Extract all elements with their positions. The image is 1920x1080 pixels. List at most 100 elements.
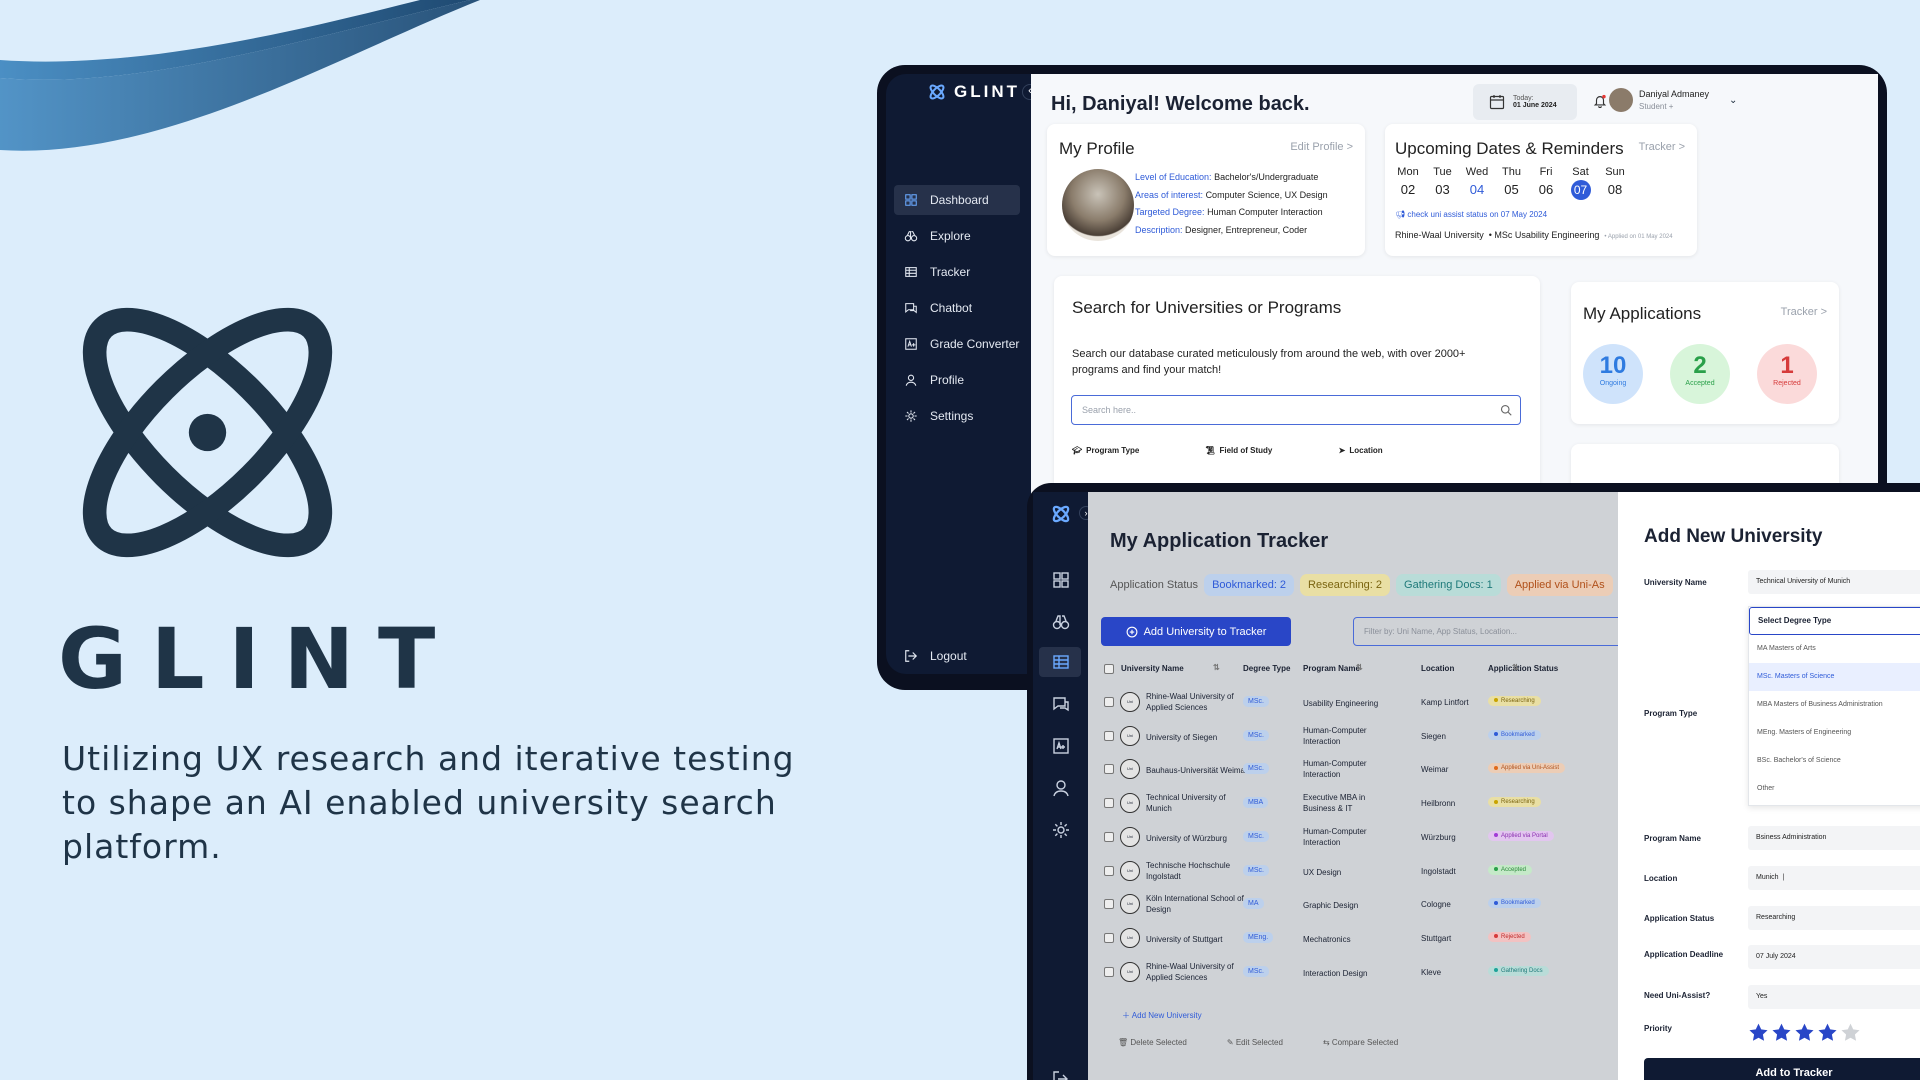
action-delete-selected[interactable]: 🗑︎ Delete Selected xyxy=(1118,1038,1187,1047)
calendar-day[interactable]: Sun 08 xyxy=(1600,166,1630,197)
table-row[interactable]: Uni Technische Hochschule Ingolstadt MSc. UX… xyxy=(1103,855,1618,888)
degree-option[interactable]: MEng. Masters of Engineering xyxy=(1749,719,1920,747)
gear-icon[interactable] xyxy=(1051,820,1071,840)
add-new-university-link[interactable]: ＋ Add New University xyxy=(1122,1010,1202,1021)
binoculars-icon[interactable] xyxy=(1051,612,1071,632)
stat-rejected[interactable]: 1 Rejected xyxy=(1757,344,1817,404)
row-checkbox[interactable] xyxy=(1104,697,1114,707)
priority-rating[interactable] xyxy=(1748,1022,1861,1048)
row-checkbox[interactable] xyxy=(1104,730,1114,741)
row-checkbox[interactable] xyxy=(1104,899,1114,910)
row-checkbox[interactable] xyxy=(1104,966,1114,977)
sidebar-item-tracker[interactable]: Tracker xyxy=(894,257,1020,287)
degree-type-dropdown[interactable]: Select Degree Type MA Masters of Arts MSc… xyxy=(1748,606,1920,806)
row-checkbox[interactable] xyxy=(1104,932,1114,943)
row-checkbox[interactable] xyxy=(1104,764,1114,775)
chat-icon[interactable] xyxy=(1051,694,1071,714)
action-compare-selected[interactable]: ⇆ Compare Selected xyxy=(1323,1038,1398,1047)
uni-name-input[interactable]: Technical University of Munich xyxy=(1748,570,1920,594)
table-row[interactable]: Uni University of Stuttgart MEng. Mechatron… xyxy=(1103,922,1618,955)
logout-icon[interactable] xyxy=(1051,1069,1071,1080)
sidebar-item-explore[interactable]: Explore xyxy=(894,221,1020,251)
table-row[interactable]: Uni Rhine-Waal University of Applied Scien… xyxy=(1103,956,1618,989)
star-icon[interactable] xyxy=(1771,1022,1792,1048)
logout-button[interactable]: Logout xyxy=(894,641,1020,671)
filter-field-of-study[interactable]: 📜︎ Field of Study xyxy=(1205,446,1338,455)
calendar-day[interactable]: Fri 06 xyxy=(1531,166,1561,197)
sidebar-logo[interactable]: GLINT xyxy=(928,82,1020,102)
grid-icon xyxy=(905,194,917,206)
calendar-day[interactable]: Thu 05 xyxy=(1497,166,1527,197)
filter-input[interactable]: Filter by: Uni Name, App Status, Locatio… xyxy=(1353,617,1618,646)
stat-ongoing[interactable]: 10 Ongoing xyxy=(1583,344,1643,404)
status-input[interactable]: Researching xyxy=(1748,906,1920,930)
edit-profile-link[interactable]: Edit Profile > xyxy=(1290,141,1353,153)
glint-logo-icon[interactable] xyxy=(1051,504,1071,524)
deadline-input[interactable]: 07 July 2024 xyxy=(1748,945,1920,969)
status-pill[interactable]: Gathering Docs: 1 xyxy=(1396,574,1501,596)
grid-icon[interactable] xyxy=(1051,570,1071,590)
row-checkbox[interactable] xyxy=(1104,831,1114,842)
sidebar-item-grade-converter[interactable]: Grade Converter xyxy=(894,329,1020,359)
sidebar-item-chatbot[interactable]: Chatbot xyxy=(894,293,1020,323)
user-icon[interactable] xyxy=(1051,778,1071,798)
table-row[interactable]: Uni Technical University of Munich MBA Execu… xyxy=(1103,787,1618,820)
calendar-day[interactable]: Wed 04 xyxy=(1462,166,1492,197)
user-menu[interactable]: Daniyal Admaney Student + ⌄ xyxy=(1609,88,1737,112)
reminder-text[interactable]: 📢︎ check uni assist status on 07 May 202… xyxy=(1395,210,1547,219)
search-input[interactable]: Search here.. xyxy=(1071,395,1521,425)
calendar-day[interactable]: Mon 02 xyxy=(1393,166,1423,197)
action-edit-selected[interactable]: ✎ Edit Selected xyxy=(1227,1038,1283,1047)
column-header[interactable]: Program Name xyxy=(1303,664,1360,673)
uni-assist-input[interactable]: Yes xyxy=(1748,985,1920,1009)
star-icon[interactable] xyxy=(1748,1022,1769,1048)
status-pill[interactable]: Applied via Uni-As xyxy=(1506,574,1613,596)
row-checkbox[interactable] xyxy=(1104,798,1114,809)
filter-program-type[interactable]: 🎓︎ Program Type xyxy=(1072,446,1205,455)
table-row[interactable]: Uni Köln International School of Design MA G… xyxy=(1103,888,1618,921)
sort-icon[interactable]: ⇅ xyxy=(1356,663,1363,672)
location: Stuttgart xyxy=(1421,933,1452,943)
stat-accepted[interactable]: 2 Accepted xyxy=(1670,344,1730,404)
program-name-input[interactable]: Bsiness Administration xyxy=(1748,826,1920,850)
location-input[interactable]: Munich | xyxy=(1748,866,1920,890)
table-row[interactable]: Uni Rhine-Waal University of Applied Scien… xyxy=(1103,686,1618,719)
degree-option[interactable]: Other xyxy=(1749,775,1920,803)
sidebar-item-settings[interactable]: Settings xyxy=(894,401,1020,431)
row-checkbox[interactable] xyxy=(1104,865,1114,876)
sidebar-item-profile[interactable]: Profile xyxy=(894,365,1020,395)
degree-option[interactable]: MSc. Masters of Science xyxy=(1749,663,1920,691)
bell-icon[interactable] xyxy=(1593,94,1607,108)
calendar-day[interactable]: Tue 03 xyxy=(1428,166,1458,197)
star-icon[interactable] xyxy=(1840,1022,1861,1048)
calendar-day[interactable]: Sat 07 xyxy=(1566,166,1596,200)
filter-location[interactable]: ➤ Location xyxy=(1339,446,1472,455)
applications-tracker-link[interactable]: Tracker > xyxy=(1781,306,1827,318)
column-header[interactable]: University Name xyxy=(1121,664,1184,673)
column-header[interactable]: Application Status xyxy=(1488,664,1558,673)
tracker-link[interactable]: Tracker > xyxy=(1639,141,1685,153)
degree-option[interactable]: MA Masters of Arts xyxy=(1749,635,1920,663)
column-header[interactable]: Location xyxy=(1421,664,1454,673)
star-icon[interactable] xyxy=(1817,1022,1838,1048)
column-header[interactable]: Degree Type xyxy=(1243,664,1290,673)
university-logo: Uni xyxy=(1120,860,1140,881)
sort-icon[interactable]: ⇅ xyxy=(1213,663,1220,672)
program-name-line: Interaction xyxy=(1303,837,1341,847)
degree-option[interactable]: MBA Masters of Business Administration xyxy=(1749,691,1920,719)
sort-icon[interactable]: ⇅ xyxy=(1512,663,1519,672)
degree-option[interactable]: BSc. Bachelor's of Science xyxy=(1749,747,1920,775)
sidebar-item-dashboard[interactable]: Dashboard xyxy=(894,185,1020,215)
select-all-checkbox[interactable] xyxy=(1104,664,1114,674)
table-icon[interactable] xyxy=(1051,652,1071,672)
degree-type-select[interactable]: Select Degree Type xyxy=(1749,607,1920,635)
table-row[interactable]: Uni University of Würzburg MSc. Human-Compu… xyxy=(1103,821,1618,854)
grade-icon[interactable] xyxy=(1051,736,1071,756)
status-pill[interactable]: Researching: 2 xyxy=(1300,574,1391,596)
add-to-tracker-button[interactable]: Add to Tracker xyxy=(1644,1058,1920,1080)
table-row[interactable]: Uni University of Siegen MSc. Human-Compute… xyxy=(1103,720,1618,753)
star-icon[interactable] xyxy=(1794,1022,1815,1048)
table-row[interactable]: Uni Bauhaus-Universität Weimar MSc. Human-C… xyxy=(1103,753,1618,786)
add-university-button[interactable]: Add University to Tracker xyxy=(1101,617,1291,646)
status-pill[interactable]: Bookmarked: 2 xyxy=(1204,574,1295,596)
